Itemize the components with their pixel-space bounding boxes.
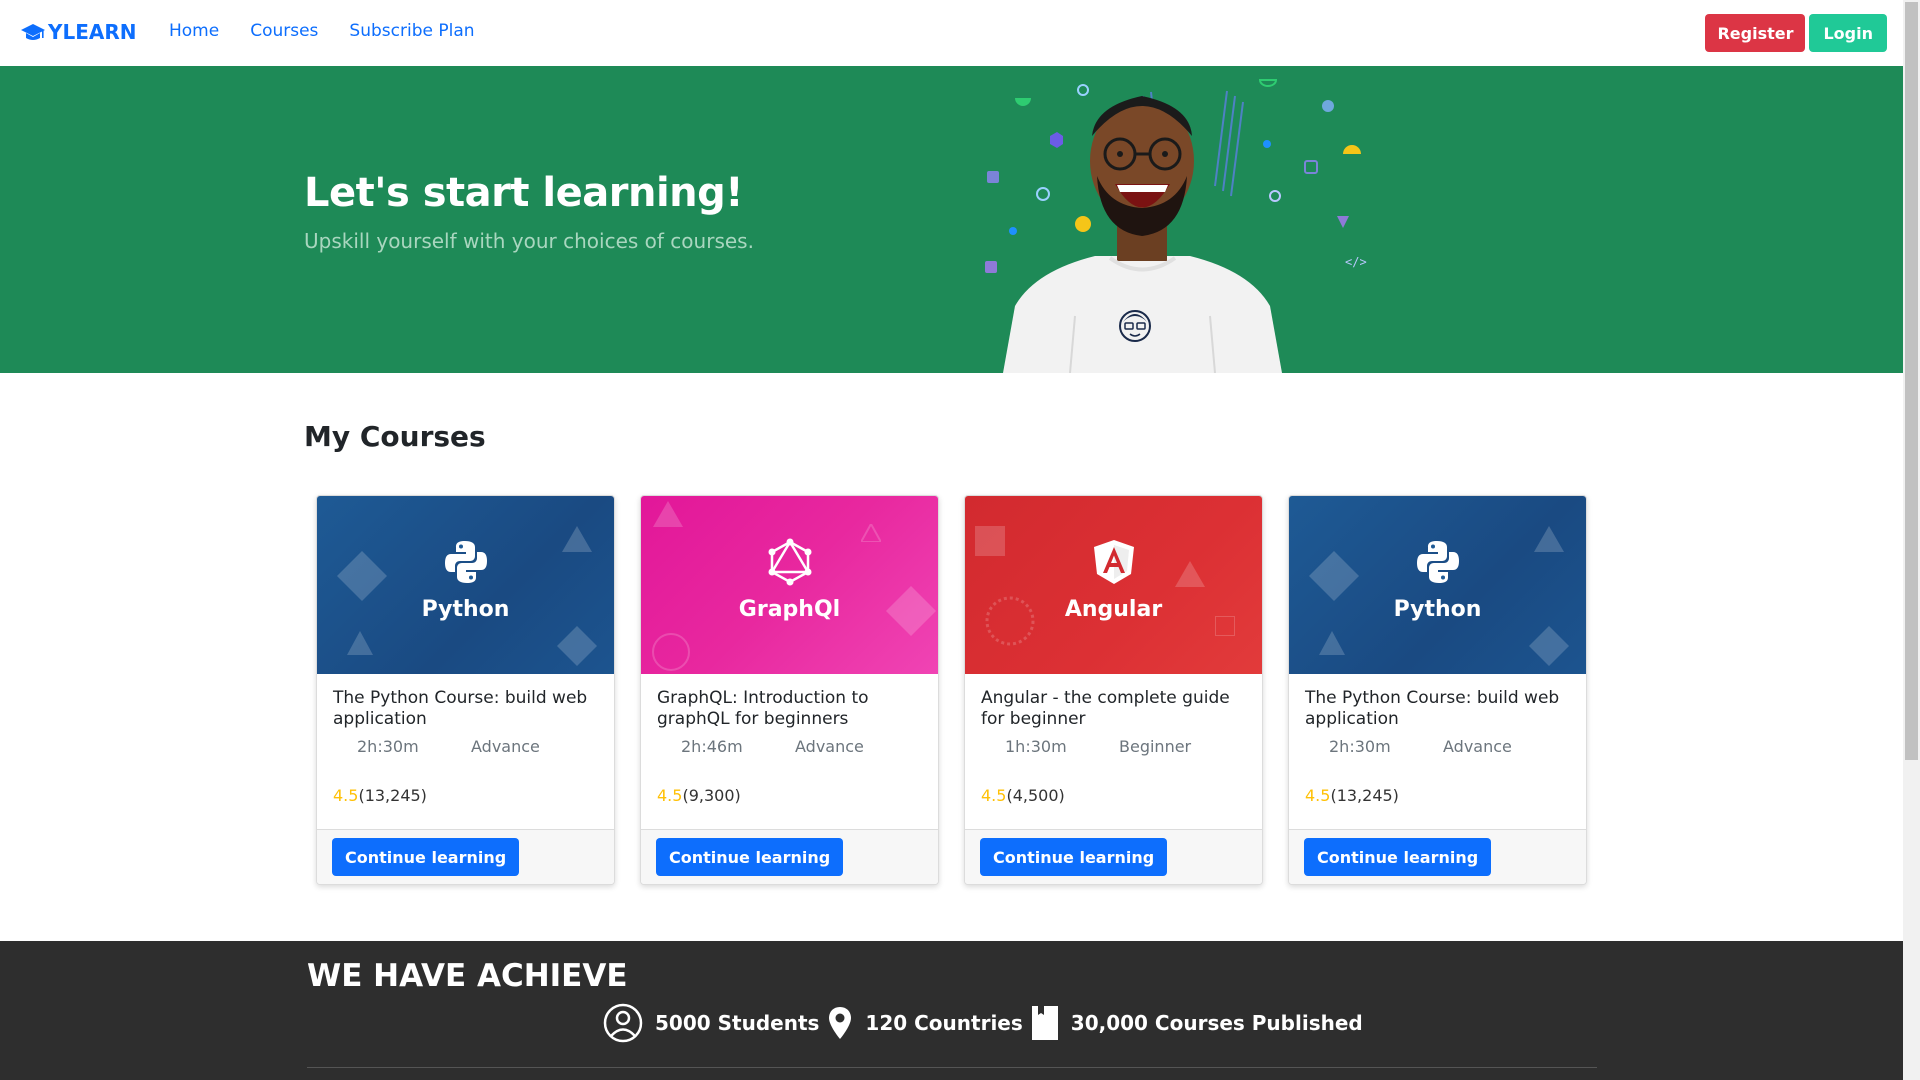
- course-rating: 4.5(4,500): [981, 786, 1246, 805]
- course-title[interactable]: The Python Course: build web application: [333, 688, 598, 732]
- course-rating: 4.5(13,245): [1305, 786, 1570, 805]
- rating-score: 4.5: [657, 786, 683, 805]
- course-thumbnail[interactable]: Python: [317, 496, 614, 674]
- course-card-body: GraphQL: Introduction to graphQL for beg…: [641, 674, 938, 805]
- user-circle-icon: [603, 1003, 643, 1043]
- rating-count: (13,245): [1330, 786, 1399, 805]
- course-duration: 1h:30m: [1005, 737, 1067, 756]
- top-navbar: YLEARN Home Courses Subscribe Plan Regis…: [0, 0, 1902, 66]
- course-title[interactable]: The Python Course: build web application: [1305, 688, 1570, 732]
- scrollbar-thumb[interactable]: [1905, 2, 1918, 760]
- register-button[interactable]: Register: [1705, 14, 1806, 52]
- course-meta: 2h:30m Advance: [333, 737, 598, 756]
- continue-learning-button[interactable]: Continue learning: [1304, 838, 1492, 876]
- nav-link-courses[interactable]: Courses: [250, 21, 318, 41]
- course-card-footer: Continue learning: [641, 829, 938, 884]
- course-card[interactable]: Angular Angular - the complete guide for…: [964, 495, 1263, 885]
- course-card-footer: Continue learning: [1289, 829, 1586, 884]
- course-duration: 2h:30m: [357, 737, 419, 756]
- stat-courses-published: 30,000 Courses Published: [1031, 1005, 1363, 1041]
- map-pin-icon: [829, 1007, 852, 1039]
- stat-label: 30,000 Courses Published: [1070, 1011, 1363, 1035]
- graphql-logo-icon: [768, 538, 811, 586]
- course-title[interactable]: GraphQL: Introduction to graphQL for beg…: [657, 688, 922, 732]
- course-duration: 2h:46m: [681, 737, 743, 756]
- brand-logo[interactable]: YLEARN: [20, 20, 137, 44]
- course-thumbnail[interactable]: GraphQl: [641, 496, 938, 674]
- course-meta: 1h:30m Beginner: [981, 737, 1246, 756]
- continue-learning-button[interactable]: Continue learning: [332, 838, 520, 876]
- brand-name: YLEARN: [48, 20, 137, 44]
- rating-score: 4.5: [981, 786, 1007, 805]
- course-card[interactable]: Python The Python Course: build web appl…: [1288, 495, 1587, 885]
- book-icon: [1031, 1006, 1058, 1040]
- course-thumbnail-title: Python: [1393, 597, 1482, 622]
- course-card-footer: Continue learning: [965, 829, 1262, 884]
- course-thumbnail-title: Angular: [1064, 597, 1163, 622]
- nav-link-home[interactable]: Home: [169, 21, 219, 41]
- stat-countries: 120 Countries: [827, 1006, 1023, 1040]
- python-logo-icon: [1416, 541, 1459, 583]
- my-courses-heading: My Courses: [304, 420, 486, 453]
- rating-count: (13,245): [358, 786, 427, 805]
- section-divider: [307, 1067, 1597, 1068]
- course-card-body: Angular - the complete guide for beginne…: [965, 674, 1262, 805]
- course-level: Advance: [795, 737, 864, 756]
- achievement-stats: 5000 Students 120 Countries 30,000 Cours…: [603, 1003, 1371, 1043]
- stat-students: 5000 Students: [603, 1003, 819, 1043]
- nav-link-subscribe-plan[interactable]: Subscribe Plan: [349, 21, 474, 41]
- python-logo-icon: [444, 541, 487, 583]
- course-rating: 4.5(9,300): [657, 786, 922, 805]
- hero-banner: Let's start learning! Upskill yourself w…: [0, 66, 1903, 373]
- course-card-footer: Continue learning: [317, 829, 614, 884]
- continue-learning-button[interactable]: Continue learning: [656, 838, 844, 876]
- course-level: Advance: [471, 737, 540, 756]
- course-duration: 2h:30m: [1329, 737, 1391, 756]
- rating-count: (9,300): [682, 786, 741, 805]
- continue-learning-button[interactable]: Continue learning: [980, 838, 1168, 876]
- course-thumbnail[interactable]: Angular: [965, 496, 1262, 674]
- achievements-title: WE HAVE ACHIEVE: [307, 958, 628, 994]
- course-card[interactable]: GraphQl GraphQL: Introduction to graphQL…: [640, 495, 939, 885]
- course-level: Beginner: [1119, 737, 1192, 756]
- course-card[interactable]: Python The Python Course: build web appl…: [316, 495, 615, 885]
- graduation-cap-icon: [21, 24, 45, 40]
- login-button[interactable]: Login: [1809, 14, 1887, 52]
- hero-title: Let's start learning!: [304, 170, 744, 216]
- course-level: Advance: [1443, 737, 1512, 756]
- course-rating: 4.5(13,245): [333, 786, 598, 805]
- angular-logo-icon: [1093, 540, 1134, 584]
- rating-score: 4.5: [333, 786, 359, 805]
- course-card-body: The Python Course: build web application…: [317, 674, 614, 805]
- page-scrollbar[interactable]: [1903, 0, 1920, 1080]
- rating-score: 4.5: [1305, 786, 1331, 805]
- stat-label: 120 Countries: [865, 1011, 1023, 1035]
- rating-count: (4,500): [1006, 786, 1065, 805]
- course-thumbnail[interactable]: Python: [1289, 496, 1586, 674]
- stat-label: 5000 Students: [655, 1011, 820, 1035]
- course-title[interactable]: Angular - the complete guide for beginne…: [981, 688, 1246, 732]
- course-thumbnail-title: Python: [421, 597, 510, 622]
- course-meta: 2h:46m Advance: [657, 737, 922, 756]
- achievements-section: WE HAVE ACHIEVE 5000 Students 120 Countr…: [0, 941, 1903, 1080]
- hero-person-image: </>: [985, 79, 1367, 373]
- course-cards: Python The Python Course: build web appl…: [316, 495, 1587, 885]
- nav-links: Home Courses Subscribe Plan: [169, 21, 506, 41]
- course-card-body: The Python Course: build web application…: [1289, 674, 1586, 805]
- svg-text:</>: </>: [1345, 255, 1367, 269]
- course-meta: 2h:30m Advance: [1305, 737, 1570, 756]
- hero-subtitle: Upskill yourself with your choices of co…: [304, 229, 754, 253]
- course-thumbnail-title: GraphQl: [738, 597, 841, 622]
- nav-actions: Register Login: [1705, 14, 1887, 52]
